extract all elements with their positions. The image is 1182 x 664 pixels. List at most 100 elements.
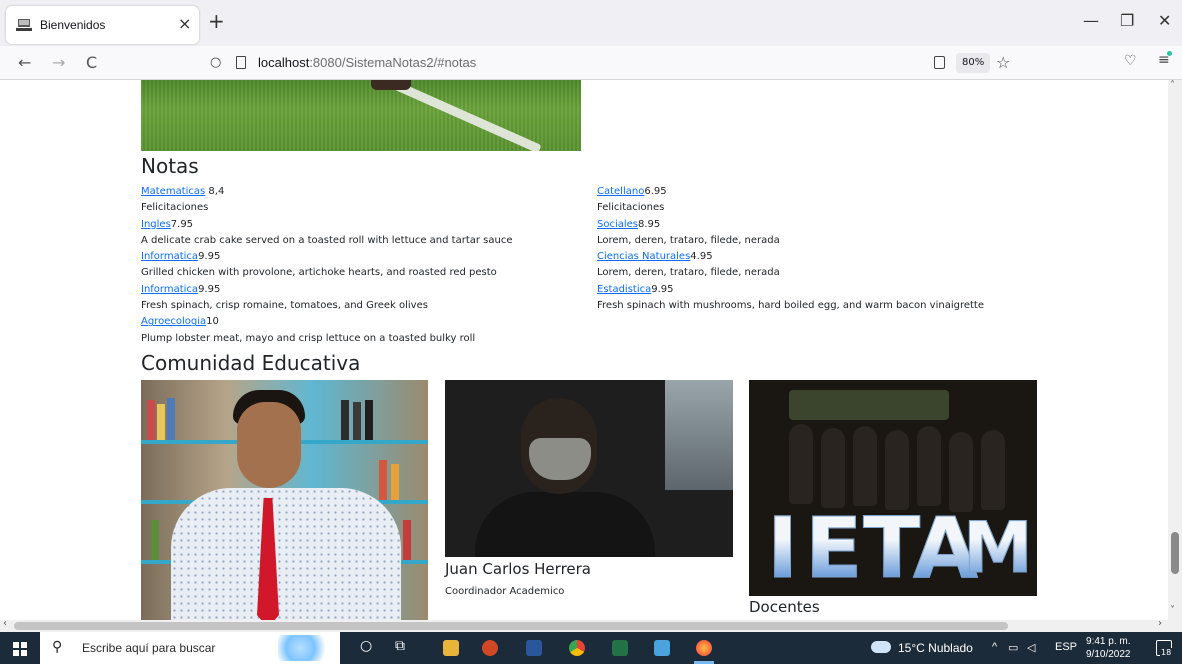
word-icon[interactable] bbox=[526, 640, 542, 656]
speaker-icon[interactable]: ◁ bbox=[1027, 641, 1035, 654]
face bbox=[237, 402, 301, 488]
weather-text[interactable]: 15°C Nublado bbox=[898, 641, 973, 655]
note-item: Agroecologia10 bbox=[141, 314, 513, 330]
new-tab-button[interactable]: + bbox=[208, 11, 225, 31]
note-desc: Lorem, deren, trataro, filede, nerada bbox=[597, 234, 780, 246]
browser-tab[interactable]: Bienvenidos × bbox=[6, 6, 199, 44]
bookmark-star-icon[interactable]: ☆ bbox=[996, 53, 1010, 72]
firefox-icon[interactable] bbox=[696, 640, 712, 656]
network-icon[interactable]: ▭ bbox=[1008, 641, 1018, 654]
book bbox=[341, 400, 349, 440]
coordinator-name: Juan Carlos Herrera bbox=[445, 560, 591, 578]
note-item: Ingles7.95 bbox=[141, 217, 513, 233]
grade: 10 bbox=[206, 316, 219, 328]
windows-start-icon[interactable] bbox=[13, 642, 27, 656]
letter: T bbox=[862, 499, 921, 596]
book bbox=[353, 402, 361, 440]
scroll-down-icon[interactable]: ˅ bbox=[1170, 605, 1175, 616]
note-desc: Felicitaciones bbox=[597, 202, 665, 214]
decoration bbox=[789, 390, 949, 420]
excel-icon[interactable] bbox=[612, 640, 628, 656]
book bbox=[403, 520, 411, 560]
teachers-photo: I E T A M bbox=[749, 380, 1037, 596]
letter: I bbox=[766, 499, 799, 596]
notes-right-column: Catellano6.95 Felicitaciones Sociales8.9… bbox=[597, 184, 984, 314]
tab-title: Bienvenidos bbox=[40, 18, 106, 32]
chevron-up-icon[interactable]: ^ bbox=[992, 641, 997, 653]
back-arrow-icon[interactable]: ← bbox=[18, 53, 31, 73]
reader-view-icon[interactable] bbox=[934, 56, 945, 69]
notas-title: Notas bbox=[141, 154, 199, 178]
restore-icon[interactable]: ❐ bbox=[1120, 12, 1134, 30]
grade: 7.95 bbox=[170, 218, 194, 230]
scroll-left-icon[interactable]: ‹ bbox=[3, 618, 7, 629]
forward-arrow-icon[interactable]: → bbox=[52, 53, 65, 73]
comunidad-title: Comunidad Educativa bbox=[141, 351, 361, 375]
note-item: Sociales8.95 bbox=[597, 217, 984, 233]
clock[interactable]: 9:41 p. m. 9/10/2022 bbox=[1086, 635, 1131, 661]
note-desc: Felicitaciones bbox=[141, 202, 209, 214]
taskbar: ⚲ Escribe aquí para buscar ○ ⧉ 15°C Nubl… bbox=[0, 632, 1182, 664]
face-mask bbox=[529, 438, 591, 480]
powerpoint-icon[interactable] bbox=[482, 640, 498, 656]
subject-link[interactable]: Sociales bbox=[597, 219, 638, 230]
subject-link[interactable]: Matematicas bbox=[141, 186, 205, 197]
close-window-icon[interactable]: ✕ bbox=[1158, 12, 1171, 30]
grade: 9.95 bbox=[198, 283, 221, 295]
pocket-icon[interactable]: ♡ bbox=[1124, 53, 1137, 69]
url-bar[interactable]: ○ localhost:8080/SistemaNotas2/#notas 80… bbox=[200, 49, 1020, 77]
zoom-level-badge[interactable]: 80% bbox=[956, 53, 991, 73]
book bbox=[151, 520, 159, 560]
field-line bbox=[300, 80, 542, 151]
shield-icon[interactable]: ○ bbox=[210, 55, 221, 70]
ietam-letters: I E T A M bbox=[766, 490, 1033, 596]
chrome-icon[interactable] bbox=[569, 640, 585, 656]
cortana-icon[interactable]: ○ bbox=[360, 638, 372, 654]
url-text[interactable]: localhost:8080/SistemaNotas2/#notas bbox=[258, 55, 476, 70]
note-desc: Plump lobster meat, mayo and crisp lettu… bbox=[141, 332, 476, 344]
book bbox=[379, 460, 387, 500]
language-indicator[interactable]: ESP bbox=[1055, 641, 1077, 653]
app-cube-icon[interactable] bbox=[654, 640, 670, 656]
horizontal-scrollbar[interactable]: ‹ › bbox=[0, 618, 1182, 632]
note-desc: Grilled chicken with provolone, artichok… bbox=[141, 267, 497, 279]
book bbox=[157, 404, 165, 440]
note-item: Catellano6.95 bbox=[597, 184, 984, 200]
task-view-icon[interactable]: ⧉ bbox=[395, 638, 405, 654]
grade: 9.95 bbox=[651, 283, 674, 295]
cloud-icon[interactable] bbox=[871, 641, 891, 653]
scroll-up-icon[interactable]: ˄ bbox=[1170, 80, 1175, 91]
subject-link[interactable]: Informatica bbox=[141, 284, 198, 295]
subject-link[interactable]: Agroecologia bbox=[141, 316, 206, 327]
note-item: Estadistica9.95 bbox=[597, 282, 984, 298]
clock-time: 9:41 p. m. bbox=[1086, 636, 1131, 647]
note-desc: Lorem, deren, trataro, filede, nerada bbox=[597, 267, 780, 279]
subject-link[interactable]: Informatica bbox=[141, 251, 198, 262]
scroll-thumb[interactable] bbox=[1171, 532, 1179, 574]
note-desc: Fresh spinach, crisp romaine, tomatoes, … bbox=[141, 300, 428, 312]
notes-left-column: Matematicas 8,4 Felicitaciones Ingles7.9… bbox=[141, 184, 513, 347]
subject-link[interactable]: Ingles bbox=[141, 219, 171, 230]
taskbar-search[interactable]: ⚲ Escribe aquí para buscar bbox=[40, 632, 340, 664]
file-explorer-icon[interactable] bbox=[443, 640, 459, 656]
book bbox=[365, 400, 373, 440]
clock-date: 9/10/2022 bbox=[1086, 649, 1131, 660]
reload-icon[interactable]: C bbox=[86, 53, 97, 73]
subject-link[interactable]: Ciencias Naturales bbox=[597, 251, 690, 262]
coordinator-photo bbox=[445, 380, 733, 557]
vertical-scrollbar[interactable]: ˄ ˅ bbox=[1168, 80, 1182, 620]
notification-count: 18 bbox=[1160, 648, 1173, 657]
computer-favicon-icon bbox=[16, 19, 32, 31]
grade: 6.95 bbox=[644, 186, 667, 197]
scroll-thumb[interactable] bbox=[14, 622, 1008, 630]
scroll-right-icon[interactable]: › bbox=[1158, 618, 1162, 629]
subject-link[interactable]: Estadistica bbox=[597, 284, 651, 295]
minimize-icon[interactable]: — bbox=[1083, 12, 1099, 30]
url-host: localhost bbox=[258, 55, 310, 70]
tab-close-icon[interactable]: × bbox=[178, 15, 191, 33]
browser-tab-bar: Bienvenidos × + — ❐ ✕ bbox=[0, 0, 1182, 46]
url-path: :8080/SistemaNotas2/#notas bbox=[309, 55, 477, 70]
grade: 4.95 bbox=[690, 251, 713, 263]
subject-link[interactable]: Catellano bbox=[597, 186, 644, 197]
shoe-shape bbox=[371, 80, 411, 90]
